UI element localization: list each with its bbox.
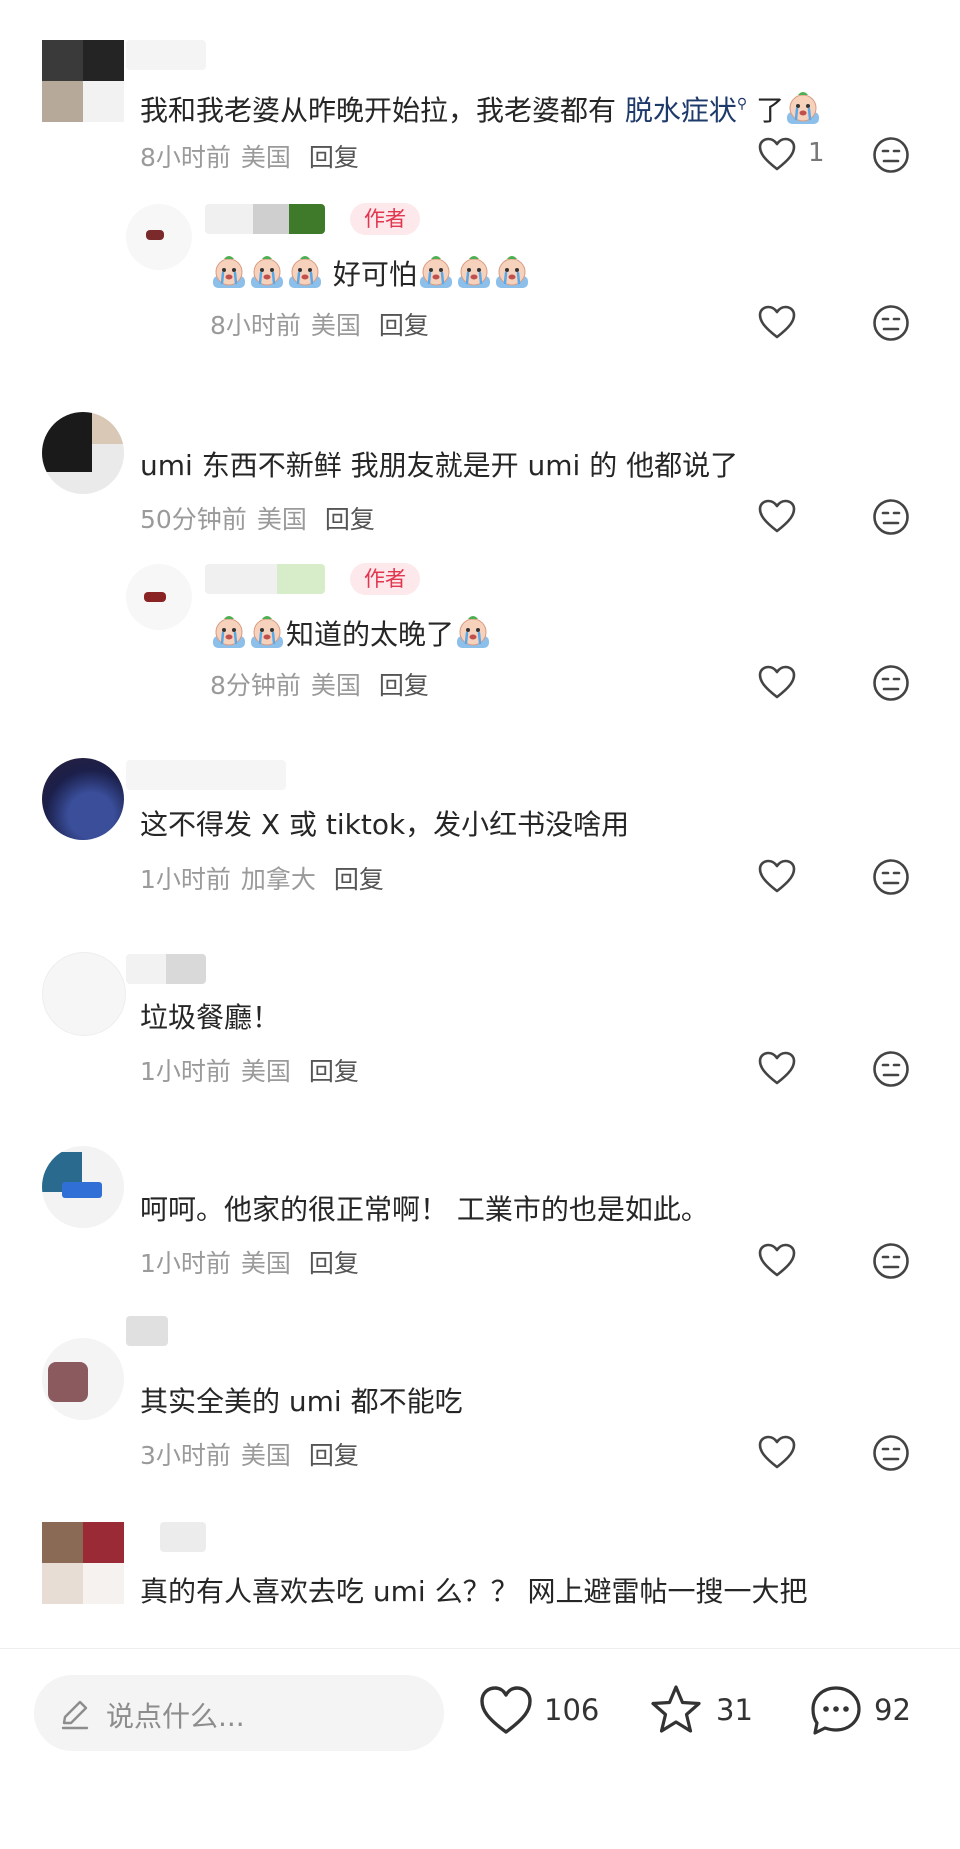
crying-emoji <box>287 254 323 290</box>
author-badge: 作者 <box>350 563 420 595</box>
bottom-action-bar: 说点什么... 106 31 92 <box>0 1648 960 1779</box>
crying-emoji <box>494 254 530 290</box>
username-blurred[interactable] <box>205 564 325 594</box>
comment-total: 92 <box>874 1693 911 1727</box>
comment-meta: 1小时前 美国 回复 <box>140 1244 359 1280</box>
heart-icon[interactable] <box>758 1051 796 1085</box>
comment-meta: 8分钟前 美国 回复 <box>210 666 429 702</box>
comment-bubble-icon[interactable] <box>808 1683 864 1739</box>
comment-location: 加拿大 <box>240 865 316 894</box>
comment-time: 3小时前 <box>140 1441 231 1470</box>
comment-location: 美国 <box>240 1441 291 1470</box>
heart-icon[interactable] <box>758 137 796 171</box>
avatar[interactable] <box>42 1522 124 1604</box>
username-blurred[interactable] <box>205 204 325 234</box>
crying-emoji <box>211 614 247 650</box>
face-icon[interactable] <box>872 1050 910 1088</box>
heart-icon[interactable] <box>478 1683 534 1739</box>
comment-time: 1小时前 <box>140 865 231 894</box>
crying-emoji <box>455 614 491 650</box>
heart-icon[interactable] <box>758 1435 796 1469</box>
comment-text: 真的有人喜欢去吃 umi 么？？ 网上避雷帖一搜一大把 <box>140 1575 808 1608</box>
username-blurred[interactable] <box>126 760 286 790</box>
search-icon: ⚲ <box>736 96 748 112</box>
comment-time: 50分钟前 <box>140 505 247 534</box>
comment-text: umi 东西不新鲜 我朋友就是开 umi 的 他都说了 <box>140 449 739 482</box>
topic-link[interactable]: 脱水症状⚲ <box>625 94 747 127</box>
reply-button[interactable]: 回复 <box>309 143 359 172</box>
avatar[interactable] <box>42 412 124 494</box>
avatar[interactable] <box>42 40 124 122</box>
comment-location: 美国 <box>240 143 291 172</box>
username-blurred[interactable] <box>126 1316 168 1346</box>
crying-emoji <box>418 254 454 290</box>
username-blurred[interactable] <box>126 40 206 70</box>
face-icon[interactable] <box>872 1434 910 1472</box>
face-icon[interactable] <box>872 1242 910 1280</box>
heart-icon[interactable] <box>758 1243 796 1277</box>
crying-emoji <box>456 254 492 290</box>
comment-meta: 8小时前 美国 回复 <box>140 138 359 174</box>
pencil-icon <box>61 1700 89 1730</box>
comment-meta: 1小时前 加拿大 回复 <box>140 860 384 896</box>
comment-location: 美国 <box>310 311 361 340</box>
crying-emoji <box>249 254 285 290</box>
face-icon[interactable] <box>872 858 910 896</box>
comment-input[interactable]: 说点什么... <box>34 1675 444 1751</box>
reply-button[interactable]: 回复 <box>309 1441 359 1470</box>
comment-location: 美国 <box>256 505 307 534</box>
comment-location: 美国 <box>240 1249 291 1278</box>
heart-icon[interactable] <box>758 305 796 339</box>
comment-meta: 8小时前 美国 回复 <box>210 306 429 342</box>
reply-button[interactable]: 回复 <box>309 1249 359 1278</box>
heart-icon[interactable] <box>758 859 796 893</box>
heart-icon[interactable] <box>758 665 796 699</box>
reply-button[interactable]: 回复 <box>379 671 429 700</box>
comment-meta: 1小时前 美国 回复 <box>140 1052 359 1088</box>
author-badge: 作者 <box>350 203 420 235</box>
star-icon[interactable] <box>648 1683 704 1739</box>
reply-button[interactable]: 回复 <box>325 505 375 534</box>
comment-text: 呵呵。他家的很正常啊！ 工業市的也是如此。 <box>140 1193 709 1226</box>
comment-meta: 3小时前 美国 回复 <box>140 1436 359 1472</box>
comment-location: 美国 <box>310 671 361 700</box>
avatar[interactable] <box>42 758 124 840</box>
comment-meta: 50分钟前 美国 回复 <box>140 500 375 536</box>
face-icon[interactable] <box>872 498 910 536</box>
reply-button[interactable]: 回复 <box>334 865 384 894</box>
comment-time: 8小时前 <box>210 311 301 340</box>
comment-time: 8小时前 <box>140 143 231 172</box>
comment-location: 美国 <box>240 1057 291 1086</box>
comment-time: 1小时前 <box>140 1249 231 1278</box>
comment-text: 垃圾餐廳！ <box>140 1001 281 1034</box>
avatar[interactable] <box>126 564 192 630</box>
crying-emoji <box>211 254 247 290</box>
face-icon[interactable] <box>872 304 910 342</box>
comment-text: 好可怕 <box>210 254 531 293</box>
avatar[interactable] <box>42 1338 124 1420</box>
reply-button[interactable]: 回复 <box>379 311 429 340</box>
like-count: 1 <box>808 138 825 168</box>
reply-button[interactable]: 回复 <box>309 1057 359 1086</box>
crying-emoji <box>785 90 821 126</box>
comment-text: 我和我老婆从昨晚开始拉，我老婆都有 脱水症状⚲ 了 <box>140 86 822 129</box>
face-icon[interactable] <box>872 136 910 174</box>
comment-text: 知道的太晚了 <box>210 614 492 653</box>
comment-text: 其实全美的 umi 都不能吃 <box>140 1385 463 1418</box>
comment-input-placeholder: 说点什么... <box>106 1700 245 1733</box>
star-total: 31 <box>716 1693 753 1727</box>
face-icon[interactable] <box>872 664 910 702</box>
comment-text: 这不得发 X 或 tiktok，发小红书没啥用 <box>140 808 630 841</box>
username-blurred[interactable] <box>160 1522 206 1552</box>
avatar[interactable] <box>42 952 126 1036</box>
avatar[interactable] <box>42 1146 124 1228</box>
heart-icon[interactable] <box>758 499 796 533</box>
username-blurred[interactable] <box>126 954 206 984</box>
avatar[interactable] <box>126 204 192 270</box>
like-total: 106 <box>544 1693 600 1727</box>
crying-emoji <box>249 614 285 650</box>
comment-time: 8分钟前 <box>210 671 301 700</box>
comment-time: 1小时前 <box>140 1057 231 1086</box>
